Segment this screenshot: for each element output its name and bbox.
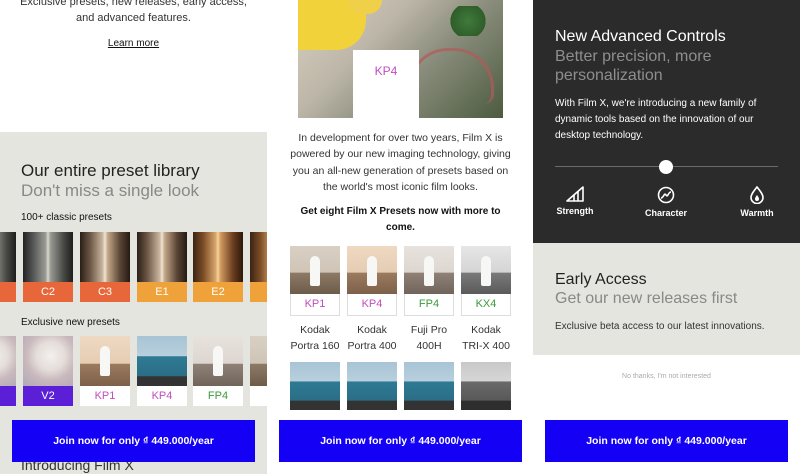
learn-more-link[interactable]: Learn more xyxy=(0,38,267,49)
hero-image: KP4 xyxy=(298,0,503,118)
film-name: Kodak Portra 160 xyxy=(290,324,340,352)
exclusive-presets-label: Exclusive new presets xyxy=(21,317,120,328)
warmth-icon xyxy=(750,186,764,204)
classic-preset-tile[interactable]: E1 xyxy=(137,232,187,302)
preset-label: KP4 xyxy=(137,386,187,406)
film-thumbnail xyxy=(461,362,511,410)
exclusive-preset-tile[interactable] xyxy=(250,336,267,406)
classic-preset-tile[interactable]: E2 xyxy=(193,232,243,302)
hero-bicycle xyxy=(408,48,494,104)
preset-thumbnail xyxy=(0,232,16,282)
library-subtitle: Don't miss a single look xyxy=(21,181,200,200)
exclusive-preset-tile[interactable] xyxy=(0,336,16,406)
preset-thumbnail xyxy=(80,232,130,282)
advanced-subtitle: Better precision, more personalization xyxy=(555,48,712,84)
preset-label xyxy=(0,282,16,302)
preset-thumbnail xyxy=(250,336,267,386)
no-thanks-link[interactable]: No thanks, I'm not interested xyxy=(533,373,800,380)
film-thumbnail xyxy=(461,246,511,294)
preset-label: V2 xyxy=(23,386,73,406)
control-warmth[interactable]: Warmth xyxy=(722,186,792,218)
intro-text: Exclusive presets, new releases, early a… xyxy=(20,0,247,24)
early-access-section: Early Access Get our new releases first … xyxy=(533,243,800,355)
classic-presets-label: 100+ classic presets xyxy=(21,212,112,223)
film-tile[interactable]: FP4 xyxy=(404,246,454,316)
film-code: KP4 xyxy=(347,294,397,316)
hero-plant xyxy=(448,6,488,36)
film-thumbnail xyxy=(347,246,397,294)
classic-preset-tile[interactable] xyxy=(250,232,267,302)
film-thumbnail xyxy=(290,246,340,294)
early-access-subtitle: Get our new releases first xyxy=(555,290,738,307)
library-title: Our entire preset library xyxy=(21,161,200,180)
exclusive-preset-tile[interactable]: FP4 xyxy=(193,336,243,406)
preset-label xyxy=(0,386,16,406)
join-button[interactable]: Join now for only ₫ 449.000/year xyxy=(12,420,255,462)
control-label: Warmth xyxy=(740,208,774,218)
classic-preset-tile[interactable] xyxy=(0,232,16,302)
exclusive-preset-tile[interactable]: KP1 xyxy=(80,336,130,406)
join-button[interactable]: Join now for only ₫ 449.000/year xyxy=(545,420,788,462)
early-access-description: Exclusive beta access to our latest inno… xyxy=(555,321,765,332)
preset-thumbnail xyxy=(23,336,73,386)
film-thumbnail xyxy=(290,362,340,410)
film-name: Fuji Pro 400H xyxy=(410,324,448,352)
strength-icon xyxy=(566,186,584,202)
hero-preset-badge: KP4 xyxy=(353,50,419,118)
panel-advanced-controls: New Advanced Controls Better precision, … xyxy=(533,0,800,474)
control-label: Strength xyxy=(556,206,594,216)
film-x-description: In development for over two years, Film … xyxy=(290,132,511,193)
character-icon xyxy=(657,186,675,204)
preset-label: KP1 xyxy=(80,386,130,406)
exclusive-preset-tile[interactable]: V2 xyxy=(23,336,73,406)
film-tile[interactable]: KP4 xyxy=(347,246,397,316)
film-tile[interactable]: KX4 xyxy=(461,246,511,316)
panel-preset-library: Exclusive presets, new releases, early a… xyxy=(0,0,267,474)
film-tile[interactable]: KP1 xyxy=(290,246,340,316)
film-code: KP1 xyxy=(290,294,340,316)
film-thumbnail xyxy=(404,246,454,294)
classic-preset-tile[interactable]: C3 xyxy=(80,232,130,302)
film-thumbnail xyxy=(404,362,454,410)
preset-label xyxy=(250,282,267,302)
exclusive-preset-tile[interactable]: KP4 xyxy=(137,336,187,406)
early-access-title: Early Access xyxy=(555,271,647,288)
film-code: KX4 xyxy=(461,294,511,316)
control-label: Character xyxy=(644,208,688,218)
preset-thumbnail xyxy=(80,336,130,386)
preset-label: C3 xyxy=(80,282,130,302)
preset-label xyxy=(250,386,267,406)
advanced-description: With Film X, we're introducing a new fam… xyxy=(555,98,757,141)
film-name: Kodak Portra 400 xyxy=(347,324,397,352)
preset-label: E1 xyxy=(137,282,187,302)
film-code: FP4 xyxy=(404,294,454,316)
film-name: Kodak TRI-X 400 xyxy=(462,324,510,352)
preset-thumbnail xyxy=(250,232,267,282)
preset-label: FP4 xyxy=(193,386,243,406)
preset-thumbnail xyxy=(137,232,187,282)
preset-thumbnail xyxy=(193,336,243,386)
classic-preset-tile[interactable]: C2 xyxy=(23,232,73,302)
preset-thumbnail xyxy=(0,336,16,386)
panel-film-x: KP4 In development for over two years, F… xyxy=(267,0,533,474)
preset-thumbnail xyxy=(137,336,187,386)
slider-handle[interactable] xyxy=(659,160,673,174)
preset-label: E2 xyxy=(193,282,243,302)
film-x-cta-text: Get eight Film X Presets now with more t… xyxy=(300,206,501,233)
intro-section: Exclusive presets, new releases, early a… xyxy=(0,0,267,132)
join-button[interactable]: Join now for only ₫ 449.000/year xyxy=(279,420,522,462)
preset-label: C2 xyxy=(23,282,73,302)
hero-preset-label: KP4 xyxy=(374,64,398,78)
preset-thumbnail xyxy=(193,232,243,282)
control-strength[interactable]: Strength xyxy=(540,186,610,216)
control-character[interactable]: Character xyxy=(631,186,701,218)
advanced-title: New Advanced Controls xyxy=(555,28,726,45)
advanced-controls-section: New Advanced Controls Better precision, … xyxy=(533,0,800,243)
preset-thumbnail xyxy=(23,232,73,282)
film-thumbnail xyxy=(347,362,397,410)
